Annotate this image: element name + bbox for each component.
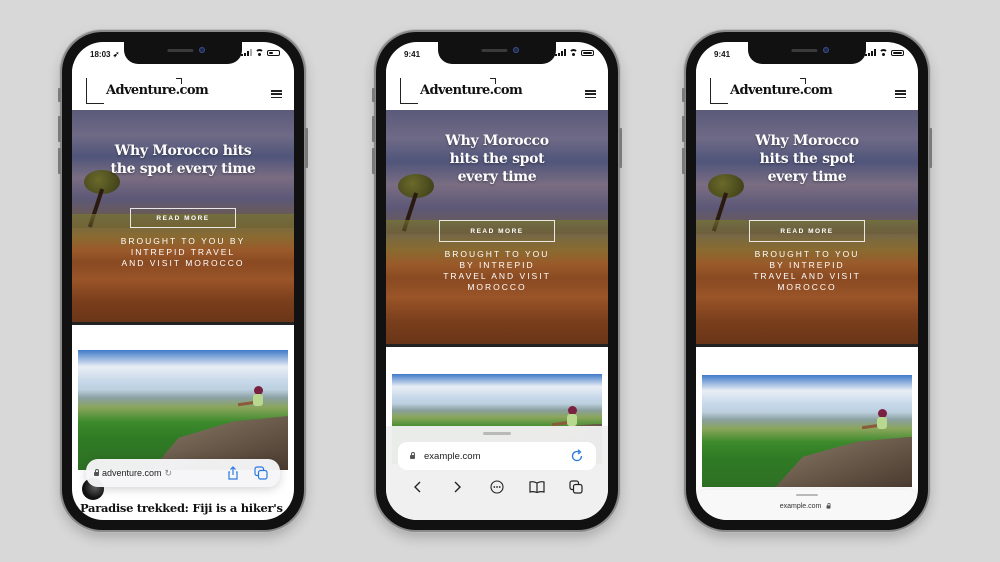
wifi-icon xyxy=(255,49,264,56)
read-more-button[interactable]: READ MORE xyxy=(749,220,865,242)
volume-up-button xyxy=(58,116,61,142)
hero-title[interactable]: Why Morocco hits the spot every time xyxy=(386,132,608,186)
power-button xyxy=(929,128,932,168)
notch xyxy=(124,42,242,64)
site-header: Adventure.com xyxy=(386,64,608,110)
back-icon[interactable] xyxy=(409,478,427,496)
phone-2: 9:41 Adventure.com Why Morocco hits the … xyxy=(372,32,622,530)
hero-title[interactable]: Why Morocco hits the spot every time xyxy=(696,132,918,186)
hero-title[interactable]: Why Morocco hits the spot every time xyxy=(72,142,294,178)
cellular-signal-icon xyxy=(555,49,566,56)
screen: 18:03 ➶ Adventure.com Why Morocco hits t… xyxy=(72,42,294,520)
status-time: 9:41 xyxy=(714,50,731,59)
volume-down-button xyxy=(372,148,375,174)
status-time: 18:03 ➶ xyxy=(90,50,120,59)
address-text[interactable]: example.com xyxy=(780,503,822,510)
safari-address-bar[interactable]: example.com xyxy=(398,442,596,470)
site-header: Adventure.com xyxy=(72,64,294,110)
reload-icon[interactable] xyxy=(570,449,584,463)
volume-down-button xyxy=(58,148,61,174)
hamburger-icon[interactable] xyxy=(895,90,906,98)
safari-toolbar xyxy=(386,478,608,496)
wifi-icon xyxy=(879,49,888,56)
lock-icon xyxy=(94,469,99,476)
screen: 9:41 Adventure.com Why Morocco hits the … xyxy=(386,42,608,520)
safari-address-bar[interactable]: adventure.com ↻ xyxy=(86,459,280,487)
hero-banner[interactable]: Why Morocco hits the spot every time REA… xyxy=(72,110,294,325)
wifi-icon xyxy=(569,49,578,56)
phone-1: 18:03 ➶ Adventure.com Why Morocco hits t… xyxy=(58,32,308,530)
site-logo[interactable]: Adventure.com xyxy=(86,78,209,104)
read-more-button[interactable]: READ MORE xyxy=(439,220,555,242)
power-button xyxy=(305,128,308,168)
tabs-icon[interactable] xyxy=(567,478,585,496)
site-logo[interactable]: Adventure.com xyxy=(400,78,523,104)
camera xyxy=(823,47,829,53)
cellular-signal-icon xyxy=(241,49,252,56)
battery-icon xyxy=(581,49,594,56)
fiji-article-image[interactable] xyxy=(78,350,288,470)
lock-icon xyxy=(410,452,415,459)
hamburger-icon[interactable] xyxy=(585,90,596,98)
sheet-grabber[interactable] xyxy=(796,494,818,496)
forward-icon[interactable] xyxy=(448,478,466,496)
hamburger-icon[interactable] xyxy=(271,90,282,98)
more-icon[interactable] xyxy=(488,478,506,496)
tabs-icon[interactable] xyxy=(254,466,268,480)
location-arrow-icon: ➶ xyxy=(112,50,120,59)
mute-switch xyxy=(682,88,685,102)
camera xyxy=(513,47,519,53)
lock-icon xyxy=(826,502,831,509)
article-title[interactable]: Paradise trekked: Fiji is a hiker's xyxy=(80,501,283,515)
notch xyxy=(438,42,556,64)
phone-3: 9:41 Adventure.com Why Morocco hits the … xyxy=(682,32,932,530)
mute-switch xyxy=(58,88,61,102)
logo-text: Adventure.com xyxy=(730,83,833,98)
sponsor-text: BROUGHT TO YOU BY INTREPID TRAVEL AND VI… xyxy=(443,249,551,292)
volume-down-button xyxy=(682,148,685,174)
address-text[interactable]: adventure.com xyxy=(102,468,162,478)
safari-address-bar[interactable]: example.com xyxy=(696,502,918,510)
bookmarks-icon[interactable] xyxy=(528,478,546,496)
mute-switch xyxy=(372,88,375,102)
hero-banner[interactable]: Why Morocco hits the spot every time REA… xyxy=(386,110,608,347)
logo-text: Adventure.com xyxy=(106,83,209,98)
hero-banner[interactable]: Why Morocco hits the spot every time REA… xyxy=(696,110,918,347)
sponsor-text: BROUGHT TO YOU BY INTREPID TRAVEL AND VI… xyxy=(753,249,861,292)
fiji-article-image[interactable] xyxy=(702,375,912,487)
camera xyxy=(199,47,205,53)
safari-minimized-bar[interactable]: example.com xyxy=(696,490,918,520)
address-text[interactable]: example.com xyxy=(424,451,481,462)
safari-bottom-toolbar: example.com xyxy=(386,426,608,520)
volume-up-button xyxy=(682,116,685,142)
volume-up-button xyxy=(372,116,375,142)
share-icon[interactable] xyxy=(226,466,240,480)
power-button xyxy=(619,128,622,168)
reload-icon[interactable]: ↻ xyxy=(165,468,173,479)
notch xyxy=(748,42,866,64)
site-header: Adventure.com xyxy=(696,64,918,110)
read-more-button[interactable]: READ MORE xyxy=(130,208,236,228)
sheet-grabber[interactable] xyxy=(483,432,511,435)
cellular-signal-icon xyxy=(865,49,876,56)
sponsor-text: BROUGHT TO YOU BY INTREPID TRAVEL AND VI… xyxy=(120,236,246,268)
battery-icon xyxy=(267,49,280,56)
site-logo[interactable]: Adventure.com xyxy=(710,78,833,104)
screen: 9:41 Adventure.com Why Morocco hits the … xyxy=(696,42,918,520)
battery-icon xyxy=(891,49,904,56)
logo-text: Adventure.com xyxy=(420,83,523,98)
status-time: 9:41 xyxy=(404,50,421,59)
